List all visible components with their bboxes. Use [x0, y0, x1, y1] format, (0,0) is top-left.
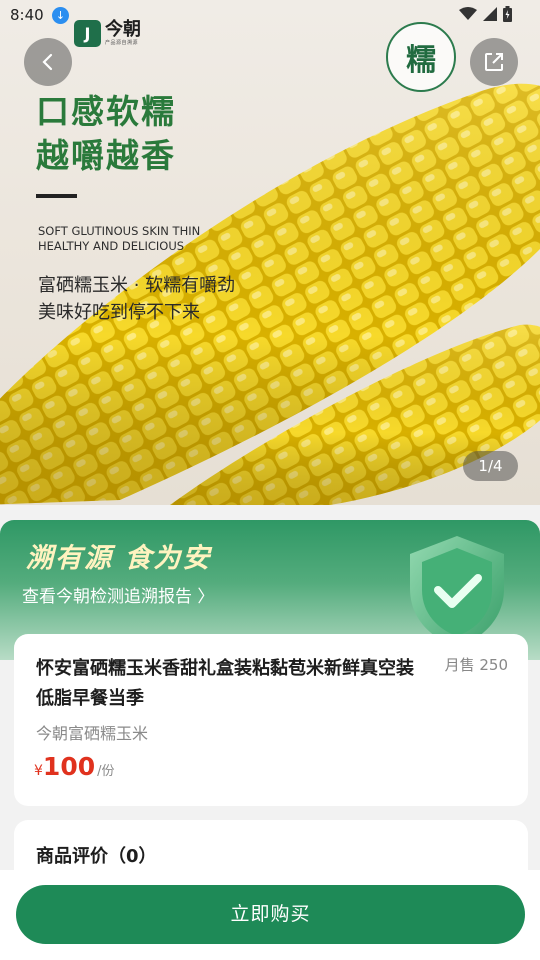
glutinous-badge: 糯 — [386, 22, 456, 92]
desc-line-1: 富硒糯玉米 · 软糯有嚼劲 — [38, 275, 236, 296]
battery-icon — [503, 6, 512, 22]
share-icon — [485, 53, 503, 71]
buy-now-button[interactable]: 立即购买 — [16, 885, 525, 944]
monthly-sales: 月售 250 — [444, 656, 508, 674]
price-unit: /份 — [97, 764, 115, 779]
back-button[interactable] — [24, 38, 72, 86]
trace-report-link[interactable]: 查看今朝检测追溯报告 〉 — [22, 582, 214, 607]
product-detail-page: 8:40 ↓ J 今朝 产品源自溯源 糯 口感软糯 越嚼越香 SOFT GLUT… — [0, 0, 540, 960]
hero-english: SOFT GLUTINOUS SKIN THIN HEALTHY AND DEL… — [38, 224, 200, 254]
product-brand: 今朝富硒糯玉米 — [36, 724, 149, 743]
brand-logo: J 今朝 产品源自溯源 — [74, 20, 141, 47]
product-info-card: 怀安富硒糯玉米香甜礼盒装粘黏苞米新鲜真空装低脂早餐当季 月售 250 今朝富硒糯… — [14, 634, 528, 806]
english-line-2: HEALTHY AND DELICIOUS — [38, 239, 185, 253]
share-button[interactable] — [470, 38, 518, 86]
english-line-1: SOFT GLUTINOUS SKIN THIN — [38, 224, 201, 238]
desc-line-2: 美味好吃到停不下来 — [38, 302, 200, 323]
hero-headline: 口感软糯 越嚼越香 — [36, 90, 176, 178]
price-value: 100 — [42, 752, 96, 781]
system-icons — [459, 6, 512, 22]
product-image-carousel[interactable]: 8:40 ↓ J 今朝 产品源自溯源 糯 口感软糯 越嚼越香 SOFT GLUT… — [0, 0, 540, 505]
download-icon: ↓ — [52, 7, 69, 24]
chevron-left-icon — [42, 53, 53, 71]
wifi-icon — [459, 7, 477, 20]
brand-mark-icon: J — [74, 20, 101, 47]
signal-icon — [483, 7, 497, 21]
headline-line-1: 口感软糯 — [36, 92, 176, 131]
trace-title: 溯有源 食为安 — [26, 543, 212, 574]
hero-description: 富硒糯玉米 · 软糯有嚼劲 美味好吃到停不下来 — [38, 272, 235, 326]
brand-tagline: 产品源自溯源 — [105, 40, 139, 46]
price-currency: ¥ — [34, 763, 43, 779]
image-counter: 1/4 — [463, 451, 518, 481]
brand-name: 今朝 — [105, 19, 141, 40]
headline-line-2: 越嚼越香 — [36, 136, 176, 175]
product-title: 怀安富硒糯玉米香甜礼盒装粘黏苞米新鲜真空装低脂早餐当季 — [36, 658, 414, 709]
status-time: 8:40 — [10, 6, 44, 24]
reviews-title: 商品评价（0） — [36, 846, 157, 867]
badge-label: 糯 — [406, 43, 436, 78]
headline-divider — [36, 194, 77, 198]
product-price: ¥100/份 — [34, 752, 115, 781]
shield-check-icon — [410, 536, 504, 647]
bottom-action-bar: 立即购买 — [0, 870, 540, 960]
